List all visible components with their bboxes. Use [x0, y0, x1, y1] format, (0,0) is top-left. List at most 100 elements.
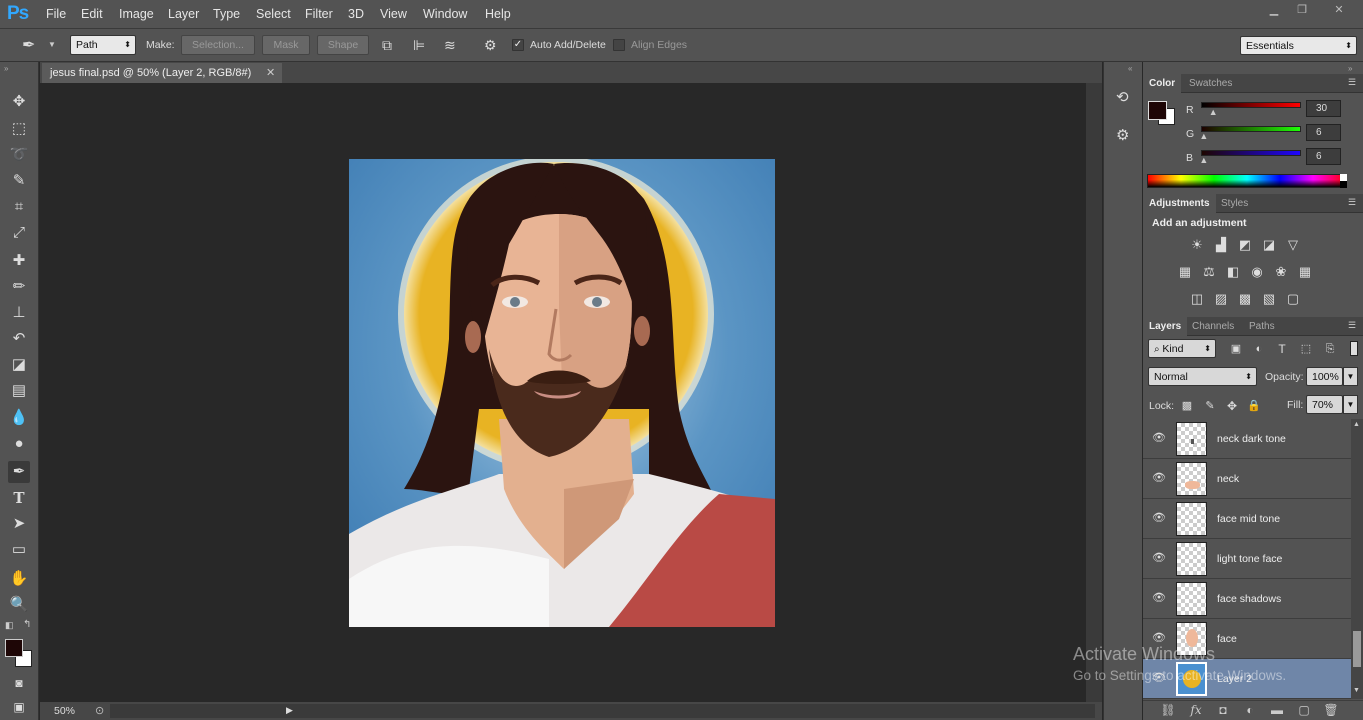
- path-alignment-icon[interactable]: ⊫: [413, 37, 425, 54]
- visibility-eye-icon[interactable]: 👁: [1152, 471, 1166, 485]
- g-slider[interactable]: [1201, 126, 1301, 132]
- visibility-eye-icon[interactable]: 👁: [1152, 431, 1166, 445]
- make-shape-button[interactable]: Shape: [317, 35, 369, 55]
- collapse-panels-icon[interactable]: »: [1348, 64, 1352, 73]
- move-tool-icon[interactable]: ✥: [8, 91, 30, 113]
- menu-file[interactable]: File: [46, 7, 66, 21]
- filter-toggle-switch[interactable]: [1350, 341, 1358, 356]
- gradient-tool-icon[interactable]: ▤: [8, 380, 30, 402]
- menu-view[interactable]: View: [380, 7, 407, 21]
- collapse-toolbar-icon[interactable]: »: [4, 64, 8, 73]
- menu-image[interactable]: Image: [119, 7, 154, 21]
- filter-kind-select[interactable]: ⌕ Kind ⬍: [1148, 339, 1216, 358]
- close-tab-icon[interactable]: ✕: [266, 63, 275, 83]
- path-operations-icon[interactable]: ⧉: [382, 37, 392, 54]
- menu-layer[interactable]: Layer: [168, 7, 199, 21]
- visibility-eye-icon[interactable]: 👁: [1152, 591, 1166, 605]
- layer-row-light-tone-face[interactable]: 👁 light tone face: [1143, 539, 1351, 579]
- lock-position-icon[interactable]: ✥: [1223, 399, 1241, 414]
- filter-smart-object-icon[interactable]: ⎘: [1321, 342, 1339, 357]
- scroll-down-icon[interactable]: ▼: [1353, 687, 1360, 694]
- lock-transparent-icon[interactable]: ▩: [1178, 399, 1196, 414]
- properties-panel-icon[interactable]: ⚙: [1116, 126, 1129, 144]
- crop-tool-icon[interactable]: ⌗: [8, 196, 30, 218]
- fill-dropdown-icon[interactable]: ▼: [1343, 395, 1358, 414]
- menu-select[interactable]: Select: [256, 7, 291, 21]
- vibrance-icon[interactable]: ▽: [1284, 237, 1302, 252]
- selective-color-icon[interactable]: ▢: [1284, 291, 1302, 306]
- menu-3d[interactable]: 3D: [348, 7, 364, 21]
- quick-mask-icon[interactable]: ◙: [8, 672, 30, 694]
- path-selection-tool-icon[interactable]: ➤: [8, 513, 30, 535]
- layer-row-face-shadows[interactable]: 👁 face shadows: [1143, 579, 1351, 619]
- pen-tool-preset-icon[interactable]: ✒: [22, 35, 35, 55]
- history-brush-tool-icon[interactable]: ↶: [8, 328, 30, 350]
- r-slider-handle[interactable]: ▲: [1209, 107, 1218, 117]
- rectangle-tool-icon[interactable]: ▭: [8, 539, 30, 561]
- visibility-eye-icon[interactable]: 👁: [1152, 631, 1166, 645]
- swap-colors-icon[interactable]: ↰: [23, 619, 31, 630]
- menu-edit[interactable]: Edit: [81, 7, 103, 21]
- tab-channels[interactable]: Channels: [1186, 317, 1240, 336]
- align-edges-checkbox[interactable]: [613, 39, 625, 51]
- menu-filter[interactable]: Filter: [305, 7, 333, 21]
- g-value-input[interactable]: 6: [1306, 124, 1341, 141]
- minimize-button[interactable]: ▁: [1260, 3, 1288, 19]
- collapse-dock-icon[interactable]: «: [1128, 64, 1132, 73]
- threshold-icon[interactable]: ▩: [1236, 291, 1254, 306]
- posterize-icon[interactable]: ▨: [1212, 291, 1230, 306]
- hand-tool-icon[interactable]: ✋: [8, 568, 30, 590]
- fill-input[interactable]: 70%: [1306, 395, 1343, 414]
- invert-icon[interactable]: ◫: [1188, 291, 1206, 306]
- gradient-map-icon[interactable]: ▧: [1260, 291, 1278, 306]
- lasso-tool-icon[interactable]: ➰: [8, 144, 30, 166]
- menu-type[interactable]: Type: [213, 7, 240, 21]
- eraser-tool-icon[interactable]: ◪: [8, 354, 30, 376]
- panel-menu-icon[interactable]: ☰: [1348, 320, 1356, 331]
- tab-styles[interactable]: Styles: [1215, 194, 1254, 213]
- artwork-canvas[interactable]: [349, 159, 775, 627]
- layers-scrollbar[interactable]: ▲ ▼: [1351, 419, 1363, 699]
- menu-window[interactable]: Window: [423, 7, 467, 21]
- ramp-black-swatch[interactable]: [1340, 181, 1347, 188]
- dodge-tool-icon[interactable]: ●: [8, 433, 30, 455]
- clone-stamp-tool-icon[interactable]: ⊥: [8, 302, 30, 324]
- exposure-icon[interactable]: ◪: [1260, 237, 1278, 252]
- pen-tool-icon[interactable]: ✒: [8, 461, 30, 483]
- history-panel-icon[interactable]: ⟲: [1116, 88, 1129, 106]
- close-button[interactable]: ✕: [1322, 3, 1356, 19]
- layer-style-icon[interactable]: fx: [1188, 703, 1204, 719]
- auto-add-delete-checkbox[interactable]: ✓: [512, 39, 524, 51]
- tab-adjustments[interactable]: Adjustments: [1143, 194, 1216, 213]
- color-fg-swatch[interactable]: [1148, 101, 1167, 120]
- ramp-white-swatch[interactable]: [1340, 174, 1347, 181]
- new-group-icon[interactable]: ▬: [1269, 703, 1285, 719]
- zoom-level[interactable]: 50%: [54, 705, 75, 717]
- visibility-eye-icon[interactable]: 👁: [1152, 511, 1166, 525]
- path-arrangement-icon[interactable]: ≋: [444, 37, 456, 54]
- visibility-eye-icon[interactable]: 👁: [1152, 551, 1166, 565]
- opacity-dropdown-icon[interactable]: ▼: [1343, 367, 1358, 386]
- black-white-icon[interactable]: ◧: [1224, 264, 1242, 279]
- photo-filter-icon[interactable]: ◉: [1248, 264, 1266, 279]
- link-layers-icon[interactable]: ⛓: [1160, 703, 1176, 719]
- menu-help[interactable]: Help: [485, 7, 511, 21]
- color-spectrum-ramp[interactable]: [1147, 174, 1347, 188]
- make-selection-button[interactable]: Selection...: [181, 35, 255, 55]
- tab-swatches[interactable]: Swatches: [1183, 74, 1238, 93]
- tab-layers[interactable]: Layers: [1143, 317, 1188, 336]
- layer-row-neck-dark-tone[interactable]: 👁 neck dark tone: [1143, 419, 1351, 459]
- layer-row-face-mid-tone[interactable]: 👁 face mid tone: [1143, 499, 1351, 539]
- quick-selection-tool-icon[interactable]: ✎: [8, 170, 30, 192]
- foreground-color-swatch[interactable]: [5, 639, 23, 657]
- new-adjustment-layer-icon[interactable]: ◐: [1242, 703, 1258, 719]
- screen-mode-icon[interactable]: ▣: [8, 696, 30, 718]
- document-tab[interactable]: jesus final.psd @ 50% (Layer 2, RGB/8#) …: [42, 63, 282, 83]
- b-slider-handle[interactable]: ▲: [1199, 155, 1208, 165]
- tab-paths[interactable]: Paths: [1243, 317, 1281, 336]
- chevron-down-icon[interactable]: ▼: [48, 40, 56, 49]
- r-value-input[interactable]: 30: [1306, 100, 1341, 117]
- tab-color[interactable]: Color: [1143, 74, 1182, 93]
- filter-type-icon[interactable]: T: [1273, 342, 1291, 357]
- lock-all-icon[interactable]: 🔒: [1245, 399, 1263, 414]
